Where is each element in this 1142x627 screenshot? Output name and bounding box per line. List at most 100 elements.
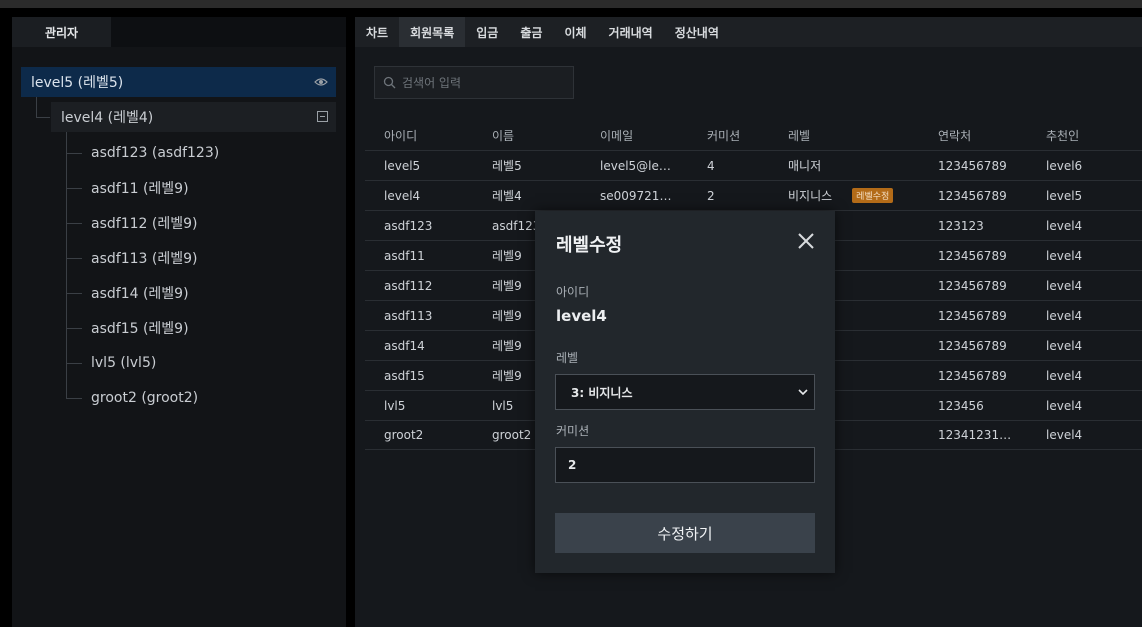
tab-member-list[interactable]: 회원목록 xyxy=(399,17,466,47)
tree-leaf[interactable]: groot2 (groot2) xyxy=(91,383,331,413)
tab-chart[interactable]: 차트 xyxy=(355,17,399,47)
tree-leaf[interactable]: asdf113 (레벨9) xyxy=(91,243,331,273)
cell-name-text: 레벨4 xyxy=(492,189,522,203)
table-row[interactable]: level5 레벨5 level5@le… 4 매니저 123456789 level6 xyxy=(365,150,1142,180)
cell-id: asdf123 xyxy=(365,219,473,233)
tree-leaf[interactable]: asdf123 (asdf123) xyxy=(91,138,331,168)
cell-referrer: level4 xyxy=(1027,369,1142,383)
tree-connector xyxy=(36,117,50,118)
cell-contact: 123456789 xyxy=(919,369,1027,383)
cell-contact-text: 123456789 xyxy=(938,248,1007,263)
tree-node-level4[interactable]: level4 (레벨4) xyxy=(51,102,336,132)
cell-contact: 123456 xyxy=(919,399,1027,413)
cell-contact-text: 123456 xyxy=(938,398,984,413)
cell-contact: 123456789 xyxy=(919,309,1027,323)
cell-id: lvl5 xyxy=(365,399,473,413)
cell-referrer-text: level4 xyxy=(1046,398,1083,413)
col-header-id[interactable]: 아이디 xyxy=(365,127,473,144)
col-header-email[interactable]: 이메일 xyxy=(581,127,688,144)
cell-contact-text: 123456789 xyxy=(938,308,1007,323)
table-row[interactable]: level4 레벨4 se009721… 2 비지니스 레벨수정 123456789 leve… xyxy=(365,180,1142,210)
cell-name-text: 레벨9 xyxy=(492,369,522,383)
cell-name-text: 레벨9 xyxy=(492,339,522,353)
collapse-icon[interactable] xyxy=(317,111,328,122)
edit-level-badge[interactable]: 레벨수정 xyxy=(852,188,894,203)
cell-contact: 123456789 xyxy=(919,339,1027,353)
submit-button[interactable]: 수정하기 xyxy=(555,513,815,553)
close-icon[interactable] xyxy=(797,232,815,250)
cell-contact-text: 12341231… xyxy=(938,428,1012,442)
tree-connector xyxy=(66,153,82,154)
tree-leaf[interactable]: asdf112 (레벨9) xyxy=(91,208,331,238)
cell-referrer: level4 xyxy=(1027,279,1142,293)
cell-contact: 123123 xyxy=(919,219,1027,233)
cell-contact-text: 123123 xyxy=(938,218,984,233)
col-header-referrer[interactable]: 추천인 xyxy=(1027,127,1142,144)
cell-id-text: level5 xyxy=(384,158,421,173)
tab-withdraw[interactable]: 출금 xyxy=(509,17,553,47)
tree-leaf[interactable]: lvl5 (lvl5) xyxy=(91,348,331,378)
tree-leaf[interactable]: asdf14 (레벨9) xyxy=(91,278,331,308)
col-header-commission[interactable]: 커미션 xyxy=(688,127,769,144)
tree-connector xyxy=(66,258,82,259)
id-label: 아이디 xyxy=(556,285,590,299)
level-selected-value: 3: 비지니스 xyxy=(571,385,633,400)
cell-id: level4 xyxy=(365,189,473,203)
cell-name-text: 레벨9 xyxy=(492,249,522,263)
cell-referrer: level5 xyxy=(1027,189,1142,203)
cell-contact-text: 123456789 xyxy=(938,278,1007,293)
cell-referrer: level4 xyxy=(1027,219,1142,233)
tab-transfer[interactable]: 이체 xyxy=(553,17,597,47)
tree-leaf[interactable]: asdf11 (레벨9) xyxy=(91,173,331,203)
left-panel: 관리자 level5 (레벨5) level4 (레벨4) asdf123 (a… xyxy=(12,17,346,627)
cell-id-text: asdf113 xyxy=(384,308,433,323)
tab-transactions[interactable]: 거래내역 xyxy=(598,17,664,47)
commission-field[interactable]: 2 xyxy=(555,447,815,483)
cell-contact-text: 123456789 xyxy=(938,188,1007,203)
col-header-name[interactable]: 이름 xyxy=(473,127,581,144)
cell-referrer-text: level5 xyxy=(1046,188,1083,203)
search-placeholder: 검색어 입력 xyxy=(402,76,462,90)
cell-referrer-text: level4 xyxy=(1046,428,1083,442)
cell-id-text: asdf14 xyxy=(384,338,425,353)
cell-email-text: level5@le… xyxy=(600,158,671,173)
commission-label: 커미션 xyxy=(556,424,590,438)
id-value: level4 xyxy=(556,307,607,325)
cell-referrer-text: level4 xyxy=(1046,338,1083,353)
col-header-level[interactable]: 레벨 xyxy=(769,127,919,144)
cell-id-text: asdf112 xyxy=(384,278,433,293)
window-top-strip xyxy=(0,0,1142,8)
tab-settlement[interactable]: 정산내역 xyxy=(664,17,730,47)
tree-connector xyxy=(66,398,82,399)
cell-id: asdf112 xyxy=(365,279,473,293)
tree-node-level5[interactable]: level5 (레벨5) xyxy=(21,67,336,97)
main-tabbar: 차트 회원목록 입금 출금 이체 거래내역 정산내역 xyxy=(355,17,1142,47)
commission-value: 2 xyxy=(568,458,577,472)
cell-referrer-text: level4 xyxy=(1046,308,1083,323)
cell-referrer-text: level6 xyxy=(1046,158,1083,173)
tree-connector xyxy=(66,363,82,364)
cell-level: 비지니스 레벨수정 xyxy=(769,187,919,204)
cell-contact: 123456789 xyxy=(919,159,1027,173)
tab-deposit[interactable]: 입금 xyxy=(465,17,509,47)
cell-name-text: lvl5 xyxy=(492,398,514,413)
cell-level: 매니저 xyxy=(769,157,919,174)
level-select[interactable]: 3: 비지니스 xyxy=(555,374,815,410)
cell-commission: 4 xyxy=(688,159,769,173)
eye-icon[interactable] xyxy=(314,75,328,89)
cell-contact: 12341231… xyxy=(919,428,1027,442)
cell-referrer: level4 xyxy=(1027,399,1142,413)
cell-id: asdf15 xyxy=(365,369,473,383)
tree-leaf[interactable]: asdf15 (레벨9) xyxy=(91,313,331,343)
cell-commission-text: 2 xyxy=(707,188,715,203)
tab-admin[interactable]: 관리자 xyxy=(12,17,111,47)
cell-email: level5@le… xyxy=(581,159,688,173)
cell-referrer: level4 xyxy=(1027,339,1142,353)
cell-contact: 123456789 xyxy=(919,189,1027,203)
col-header-contact[interactable]: 연락처 xyxy=(919,127,1027,144)
cell-id-text: groot2 xyxy=(384,428,424,442)
cell-email-text: se009721… xyxy=(600,188,672,203)
search-icon xyxy=(383,76,396,89)
cell-contact-text: 123456789 xyxy=(938,338,1007,353)
search-input[interactable]: 검색어 입력 xyxy=(374,66,574,99)
